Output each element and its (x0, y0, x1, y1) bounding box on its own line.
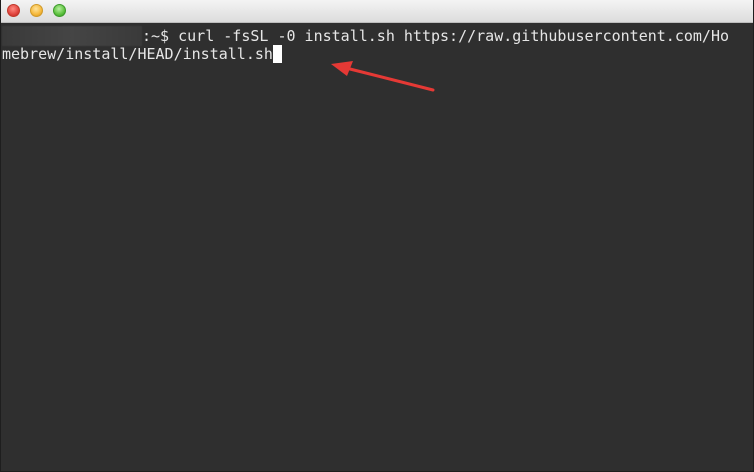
arrow-head (331, 61, 353, 76)
title-bar[interactable] (1, 0, 753, 23)
arrow-shaft (344, 66, 435, 92)
maximize-window-button[interactable] (53, 4, 66, 17)
close-window-button[interactable] (7, 4, 20, 17)
terminal-window: :~$ curl -fsSL -0 install.sh https://raw… (0, 0, 754, 472)
terminal-output[interactable]: :~$ curl -fsSL -0 install.sh https://raw… (1, 23, 753, 471)
annotation-arrow (331, 61, 435, 92)
minimize-window-button[interactable] (30, 4, 43, 17)
